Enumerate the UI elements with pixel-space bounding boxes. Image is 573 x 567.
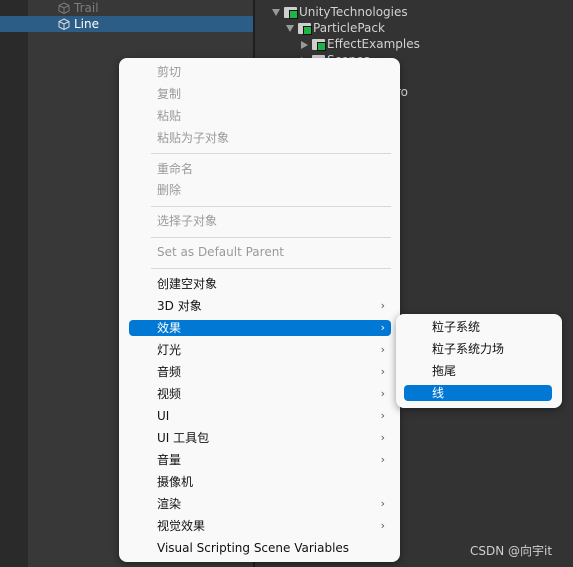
expand-arrow-icon[interactable] <box>286 25 294 32</box>
hierarchy-item-line[interactable]: Line <box>0 16 253 32</box>
menu-item-label: UI 工具包 <box>157 431 210 445</box>
chevron-right-icon: › <box>380 299 385 312</box>
gameobject-cube-icon <box>58 18 70 30</box>
menu-item-create-5[interactable]: 视频 › <box>129 386 391 402</box>
menu-item-label: 灯光 <box>157 343 182 357</box>
folder-icon <box>312 39 326 51</box>
menu-item-label: 粒子系统力场 <box>432 342 505 356</box>
submenu-item-0[interactable]: 粒子系统 <box>404 319 552 335</box>
menu-item-label: 粘贴为子对象 <box>157 131 230 145</box>
folder-label: ParticlePack <box>313 21 385 35</box>
left-panel <box>0 0 28 567</box>
menu-item-edit-0: 重命名 <box>129 161 391 177</box>
folder-label: UnityTechnologies <box>299 5 408 19</box>
chevron-right-icon: › <box>380 519 385 532</box>
hierarchy-item-trail[interactable]: Trail <box>0 0 253 16</box>
project-folder-effectexamples[interactable]: EffectExamples <box>301 36 420 52</box>
hierarchy-item-label: Line <box>74 17 100 31</box>
chevron-right-icon: › <box>380 343 385 356</box>
context-menu: 剪切复制粘贴粘贴为子对象 重命名删除选择子对象 Set as Default Par… <box>119 58 400 562</box>
chevron-right-icon: › <box>380 497 385 510</box>
menu-item-label: 效果 <box>157 321 182 335</box>
menu-item-label: 剪切 <box>157 65 182 79</box>
menu-item-label: 视觉效果 <box>157 519 206 533</box>
hierarchy-item-label: Trail <box>74 1 99 15</box>
menu-item-label: 音量 <box>157 453 182 467</box>
gameobject-cube-icon <box>58 2 70 14</box>
menu-item-label: UI <box>157 409 170 423</box>
menu-item-label: 选择子对象 <box>157 214 218 228</box>
menu-item-create-10[interactable]: 渲染 › <box>129 496 391 512</box>
folder-label: EffectExamples <box>327 37 420 51</box>
menu-item-label: 粘贴 <box>157 109 182 123</box>
menu-item-edit-1: 删除 <box>129 182 391 198</box>
chevron-right-icon: › <box>380 365 385 378</box>
menu-item-label: 删除 <box>157 183 182 197</box>
menu-separator <box>151 237 391 238</box>
menu-separator <box>151 268 391 269</box>
menu-item-create-2[interactable]: 效果 › <box>129 320 391 336</box>
chevron-right-icon: › <box>380 409 385 422</box>
menu-item-create-6[interactable]: UI › <box>129 408 391 424</box>
menu-item-create-3[interactable]: 灯光 › <box>129 342 391 358</box>
menu-item-clipboard-2: 粘贴 <box>129 108 391 124</box>
folder-icon <box>298 23 312 35</box>
menu-item-label: Visual Scripting Scene Variables <box>157 541 350 555</box>
chevron-right-icon: › <box>380 453 385 466</box>
menu-item-clipboard-3: 粘贴为子对象 <box>129 130 391 146</box>
menu-item-label: 音频 <box>157 365 182 379</box>
chevron-right-icon: › <box>380 321 385 334</box>
menu-item-create-0[interactable]: 创建空对象 <box>129 276 391 292</box>
watermark: CSDN @向宇it <box>470 544 553 558</box>
expand-arrow-icon[interactable] <box>272 9 280 16</box>
menu-item-label: 重命名 <box>157 162 194 176</box>
menu-item-label: 渲染 <box>157 497 182 511</box>
menu-item-create-8[interactable]: 音量 › <box>129 452 391 468</box>
menu-item-create-7[interactable]: UI 工具包 › <box>129 430 391 446</box>
menu-item-clipboard-1: 复制 <box>129 86 391 102</box>
chevron-right-icon: › <box>380 431 385 444</box>
collapse-arrow-icon[interactable] <box>301 40 308 49</box>
submenu-item-1[interactable]: 粒子系统力场 <box>404 341 552 357</box>
menu-item-label: 复制 <box>157 87 182 101</box>
effects-submenu: 粒子系统粒子系统力场 拖尾线 <box>396 314 562 408</box>
menu-item-select-children: 选择子对象 <box>129 213 391 229</box>
submenu-item-3[interactable]: 线 <box>404 385 552 401</box>
menu-item-label: 粒子系统 <box>432 320 481 334</box>
menu-item-label: 视频 <box>157 387 182 401</box>
menu-separator <box>151 206 391 207</box>
menu-item-label: 线 <box>432 386 445 400</box>
menu-item-clipboard-0: 剪切 <box>129 64 391 80</box>
chevron-right-icon: › <box>380 387 385 400</box>
menu-item-create-11[interactable]: 视觉效果 › <box>129 518 391 534</box>
menu-item-create-9[interactable]: 摄像机 <box>129 474 391 490</box>
submenu-item-2[interactable]: 拖尾 <box>404 363 552 379</box>
menu-item-label: 创建空对象 <box>157 277 218 291</box>
menu-item-label: 摄像机 <box>157 475 194 489</box>
project-folder-particlepack[interactable]: ParticlePack <box>286 20 385 36</box>
menu-item-label: Set as Default Parent <box>157 245 285 259</box>
menu-item-create-4[interactable]: 音频 › <box>129 364 391 380</box>
menu-separator <box>151 153 391 154</box>
menu-item-create-1[interactable]: 3D 对象 › <box>129 298 391 314</box>
menu-item-set-default-parent: Set as Default Parent <box>129 244 391 260</box>
menu-item-create-12[interactable]: Visual Scripting Scene Variables <box>129 540 391 556</box>
menu-item-label: 拖尾 <box>432 364 457 378</box>
folder-icon <box>284 7 298 19</box>
project-folder-unitytechnologies[interactable]: UnityTechnologies <box>272 4 408 20</box>
menu-item-label: 3D 对象 <box>157 299 202 313</box>
